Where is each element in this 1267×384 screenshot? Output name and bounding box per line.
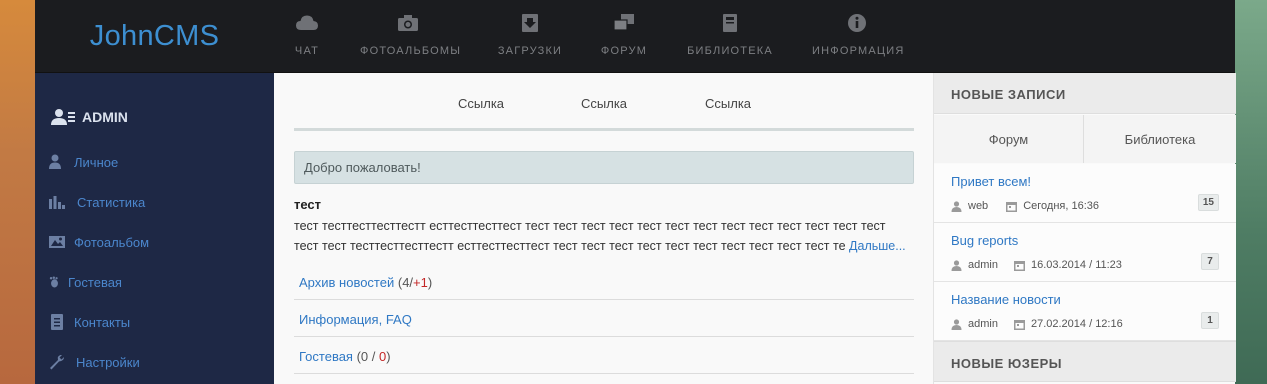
cloud-icon xyxy=(296,15,318,30)
sidebar-item-guestbook[interactable]: Гостевая xyxy=(49,274,122,290)
post-author: admin xyxy=(968,259,998,271)
read-more-link[interactable]: Дальше... xyxy=(849,239,906,253)
sidebar-item-label: Личное xyxy=(74,154,119,170)
footprint-icon xyxy=(49,276,58,288)
nav-label: ИНФОРМАЦИЯ xyxy=(812,45,905,57)
link-tabs: Ссылка Ссылка Ссылка xyxy=(294,73,914,131)
post-date: 27.02.2014 / 12:16 xyxy=(1030,318,1123,330)
calendar-icon xyxy=(1013,260,1025,271)
paren: ( xyxy=(394,275,403,290)
list-item: Гостевая (0 / 0) xyxy=(294,337,914,374)
camera-icon xyxy=(398,15,418,31)
page-frame: JohnCMS ЧАТ ФОТОАЛЬБОМЫ ЗАГРУЗКИ ФОРУМ Б… xyxy=(35,0,1236,384)
sidebar-item-label: Фотоальбом xyxy=(74,234,150,250)
user-icon xyxy=(951,318,962,330)
sidebar-user-header[interactable]: ADMIN xyxy=(51,108,128,126)
list-item: Bug reports admin 16.03.2014 / 11:23 7 xyxy=(934,223,1236,282)
post-meta: admin 16.03.2014 / 11:23 xyxy=(951,259,1122,271)
reply-count-badge: 1 xyxy=(1201,312,1219,329)
sidebar-item-contacts[interactable]: Контакты xyxy=(49,314,130,330)
picture-icon xyxy=(49,236,65,248)
tab-link-3[interactable]: Ссылка xyxy=(705,96,751,111)
nav-label: ФОРУМ xyxy=(600,45,648,57)
tab-library[interactable]: Библиотека xyxy=(1084,115,1236,163)
post-author: web xyxy=(968,200,989,212)
user-sidebar: ADMIN Личное Статистика Фотоальбом Госте… xyxy=(35,73,274,384)
nav-information[interactable]: ИНФОРМАЦИЯ xyxy=(812,0,905,73)
sidebar-username: ADMIN xyxy=(82,109,128,125)
site-logo[interactable]: JohnCMS xyxy=(35,0,274,73)
news-body: тест тесттесттесттестт ecттесттесттест т… xyxy=(294,216,919,256)
paren: ) xyxy=(386,349,391,364)
main-content: Ссылка Ссылка Ссылка Добро пожаловать! т… xyxy=(274,73,933,384)
post-date: Сегодня, 16:36 xyxy=(1023,200,1099,212)
separator: / xyxy=(368,349,379,364)
calendar-icon xyxy=(1013,319,1025,330)
post-title-link[interactable]: Bug reports xyxy=(951,233,1018,248)
tab-link-1[interactable]: Ссылка xyxy=(458,96,504,111)
sidebar-item-settings[interactable]: Настройки xyxy=(49,354,140,370)
comments-icon xyxy=(613,14,634,31)
list-item: Название новости admin 27.02.2014 / 12:1… xyxy=(934,282,1236,341)
nav-forum[interactable]: ФОРУМ xyxy=(596,0,652,73)
new-users-heading: НОВЫЕ ЮЗЕРЫ xyxy=(934,341,1236,382)
sidebar-item-label: Контакты xyxy=(74,314,131,330)
sidebar-item-label: Гостевая xyxy=(68,274,122,290)
user-icon xyxy=(951,200,962,212)
calendar-icon xyxy=(1006,201,1018,212)
welcome-banner: Добро пожаловать! xyxy=(294,151,914,184)
news-line: тест тесттесттесттестт ecттесттесттест т… xyxy=(294,219,886,233)
sidebar-item-personal[interactable]: Личное xyxy=(49,154,118,170)
sidebar-item-label: Настройки xyxy=(76,354,140,370)
download-icon xyxy=(522,14,538,32)
user-icon xyxy=(951,259,962,271)
news-line-last: тест тест тесттесттесттестт ecттесттестт… xyxy=(294,236,919,256)
sidebar-item-label: Статистика xyxy=(77,194,146,210)
reply-count-badge: 7 xyxy=(1201,253,1219,270)
info-icon xyxy=(848,14,866,32)
nav-label: ФОТОАЛЬБОМЫ xyxy=(360,45,462,57)
section-links: Архив новостей (4/+1) Информация, FAQ Го… xyxy=(294,263,914,374)
guestbook-link[interactable]: Гостевая xyxy=(299,349,353,364)
sidebar-item-statistics[interactable]: Статистика xyxy=(49,194,145,210)
post-meta: admin 27.02.2014 / 12:16 xyxy=(951,318,1123,330)
news-line: тест тест тесттесттесттестт ecттесттестт… xyxy=(294,239,846,253)
contacts-icon xyxy=(51,314,63,330)
reply-count-badge: 15 xyxy=(1197,194,1219,211)
nav-label: ЧАТ xyxy=(294,45,320,57)
post-meta: web Сегодня, 16:36 xyxy=(951,200,1099,212)
right-panel: НОВЫЕ ЗАПИСИ Форум Библиотека Привет все… xyxy=(933,73,1236,384)
post-title-link[interactable]: Привет всем! xyxy=(951,174,1031,189)
top-navbar: JohnCMS ЧАТ ФОТОАЛЬБОМЫ ЗАГРУЗКИ ФОРУМ Б… xyxy=(35,0,1235,73)
posts-tabs: Форум Библиотека xyxy=(934,115,1236,163)
wrench-icon xyxy=(50,355,64,370)
list-item: Привет всем! web Сегодня, 16:36 15 xyxy=(934,164,1236,223)
paren: ( xyxy=(352,349,361,364)
tab-forum[interactable]: Форум xyxy=(934,115,1084,163)
nav-photoalbums[interactable]: ФОТОАЛЬБОМЫ xyxy=(360,0,462,73)
count-new: +1 xyxy=(413,275,428,290)
nav-library[interactable]: БИБЛИОТЕКА xyxy=(686,0,774,73)
paren: ) xyxy=(427,275,433,290)
post-date: 16.03.2014 / 11:23 xyxy=(1030,259,1122,271)
users-icon xyxy=(51,109,75,125)
news-archive-link[interactable]: Архив новостей xyxy=(299,275,394,290)
tab-link-2[interactable]: Ссылка xyxy=(581,96,627,111)
nav-label: БИБЛИОТЕКА xyxy=(687,45,773,57)
list-item: Информация, FAQ xyxy=(294,300,914,337)
list-item: Архив новостей (4/+1) xyxy=(294,263,914,300)
post-title-link[interactable]: Название новости xyxy=(951,292,1061,307)
nav-label: ЗАГРУЗКИ xyxy=(497,45,563,57)
book-icon xyxy=(723,14,737,32)
news-title: тест xyxy=(294,197,322,212)
nav-chat[interactable]: ЧАТ xyxy=(274,0,340,73)
sidebar-item-photoalbum[interactable]: Фотоальбом xyxy=(49,234,149,250)
background-edge xyxy=(1235,0,1267,384)
bar-chart-icon xyxy=(49,196,65,209)
user-icon xyxy=(49,154,61,169)
info-faq-link[interactable]: Информация, FAQ xyxy=(299,312,412,327)
new-posts-heading: НОВЫЕ ЗАПИСИ xyxy=(934,73,1236,114)
nav-downloads[interactable]: ЗАГРУЗКИ xyxy=(496,0,564,73)
post-author: admin xyxy=(968,318,998,330)
